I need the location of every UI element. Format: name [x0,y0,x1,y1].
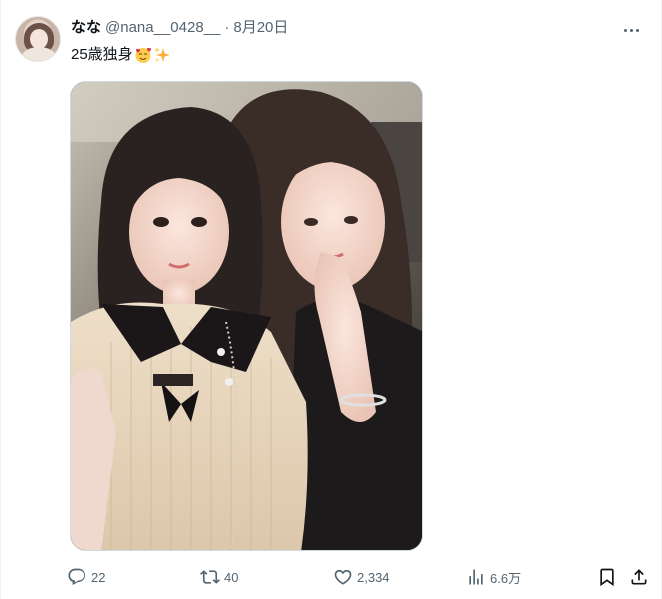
views-icon [469,569,483,585]
view-count: 6.6万 [490,570,522,586]
like-button[interactable]: 2,334 [333,565,390,589]
bookmark-icon [600,568,614,587]
tweet-photo[interactable] [70,81,423,551]
like-count: 2,334 [357,569,390,585]
repost-icon [200,570,220,584]
action-bar: 22 40 2,334 6.6万 [67,565,655,589]
smiling-face-with-hearts-emoji [135,47,151,63]
display-name[interactable]: なな [71,18,101,38]
like-icon [334,569,352,585]
sparkles-emoji [153,47,170,62]
post-date[interactable]: 8月20日 [233,18,288,38]
avatar[interactable] [15,16,61,62]
tweet-header: なな @nana__0428__ · 8月20日 [71,18,288,38]
separator-dot: · [224,19,230,36]
tweet-post[interactable]: なな @nana__0428__ · 8月20日 25歳独身 22 40 2,3… [0,0,662,599]
user-handle[interactable]: @nana__0428__ [105,18,220,38]
reply-count: 22 [91,569,106,585]
reply-button[interactable]: 22 [67,565,105,589]
share-button[interactable] [629,565,649,589]
selfie-photo-image [71,82,422,550]
repost-count: 40 [224,569,239,585]
tweet-text: 25歳独身 [71,45,171,65]
more-icon[interactable] [619,18,643,42]
repost-button[interactable]: 40 [200,565,238,589]
tweet-text-content: 25歳独身 [71,46,133,63]
reply-icon [68,568,86,586]
bookmark-button[interactable] [597,565,617,589]
share-icon [631,569,647,585]
views-button[interactable]: 6.6万 [466,565,521,589]
